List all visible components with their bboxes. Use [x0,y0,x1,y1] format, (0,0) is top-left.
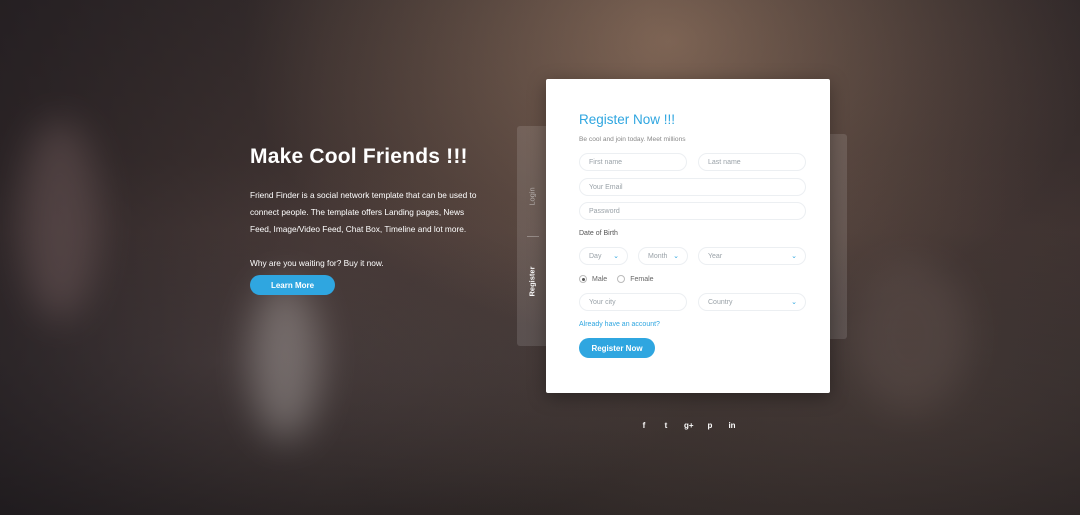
tab-divider [527,236,539,237]
form-subtitle: Be cool and join today. Meet millions [579,136,686,143]
facebook-icon[interactable]: f [640,421,648,430]
twitter-icon[interactable]: t [662,421,670,430]
country-select-value: Country [708,298,733,306]
tab-register-label: Register [527,265,537,297]
email-input[interactable]: Your Email [579,178,806,196]
linkedin-icon[interactable]: in [728,421,736,430]
social-links: f t g+ p in [640,421,736,430]
month-select[interactable]: Month ⌄ [638,247,688,265]
year-select[interactable]: Year ⌄ [698,247,806,265]
female-radio[interactable] [617,275,626,283]
hero-title: Make Cool Friends !!! [250,145,468,168]
hero-call-to-action: Why are you waiting for? Buy it now. [250,258,384,268]
country-select[interactable]: Country ⌄ [698,293,806,311]
male-radio[interactable] [579,275,587,283]
chevron-down-icon: ⌄ [791,253,797,260]
form-title: Register Now !!! [579,112,676,127]
day-select-value: Day [589,252,602,260]
auth-tabs: Login Register [517,126,547,346]
dob-label: Date of Birth [579,230,618,237]
month-select-value: Month [648,252,668,260]
background-blur [20,120,100,320]
last-name-input[interactable]: Last name [698,153,806,171]
pinterest-icon[interactable]: p [706,421,714,430]
tab-register[interactable]: Register [517,251,547,311]
password-input[interactable]: Password [579,202,806,220]
background-blur [850,260,970,410]
google-plus-icon[interactable]: g+ [684,421,694,430]
learn-more-button[interactable]: Learn More [250,275,335,295]
gender-group: Male Female [579,275,654,283]
hero-description: Friend Finder is a social network templa… [250,190,477,234]
background-blur [250,280,320,440]
day-select[interactable]: Day ⌄ [579,247,628,265]
register-card: Register Now !!! Be cool and join today.… [546,79,830,393]
city-input[interactable]: Your city [579,293,687,311]
chevron-down-icon: ⌄ [673,253,679,260]
female-label: Female [630,275,654,283]
card-shadow-panel [829,134,847,339]
chevron-down-icon: ⌄ [613,253,619,260]
tab-login-label: Login [527,186,537,206]
tab-login[interactable]: Login [517,171,547,221]
year-select-value: Year [708,252,723,260]
hero-section: Make Cool Friends !!! Friend Finder is a… [250,145,480,272]
already-have-account-link[interactable]: Already have an account? [579,321,660,328]
first-name-input[interactable]: First name [579,153,687,171]
register-now-button[interactable]: Register Now [579,338,655,358]
male-label: Male [592,275,608,283]
chevron-down-icon: ⌄ [791,299,797,306]
